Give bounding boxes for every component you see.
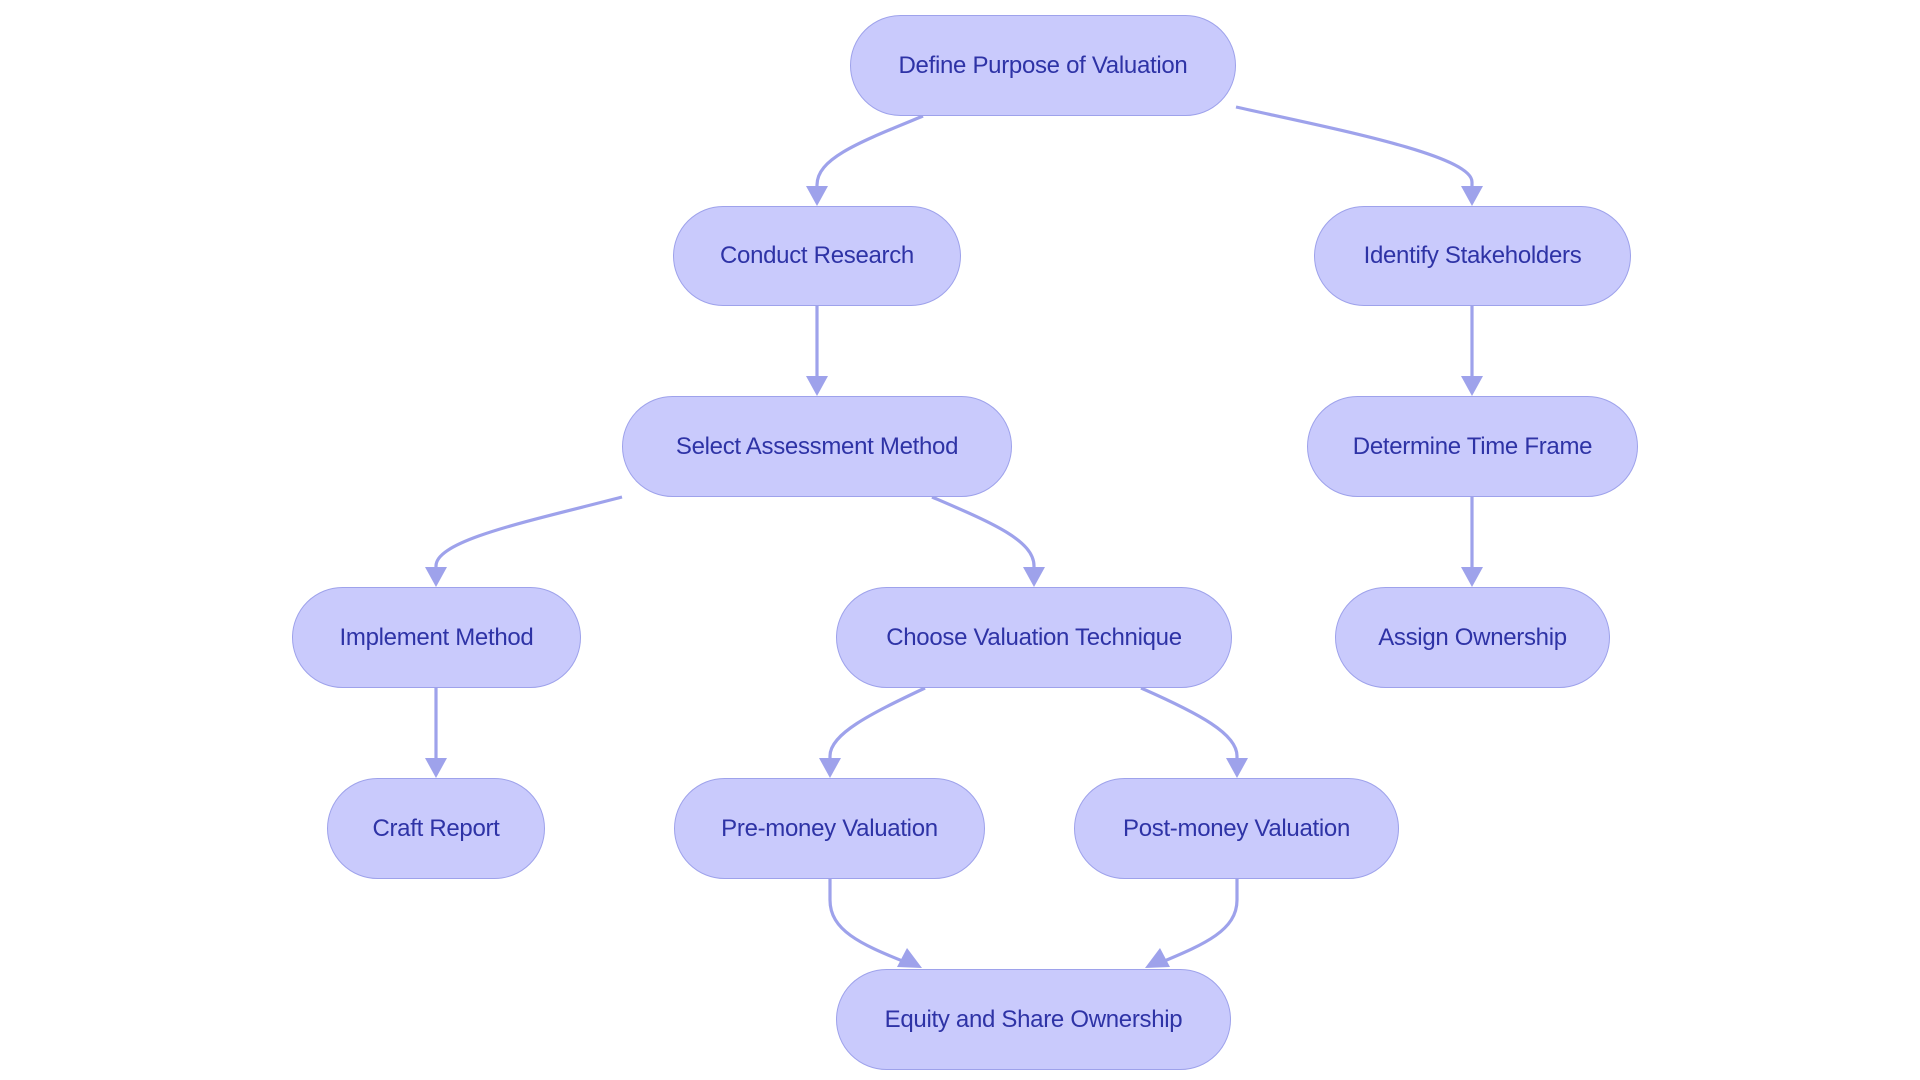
arrowhead-icon — [1461, 186, 1483, 206]
node-identify-stakeholders[interactable]: Identify Stakeholders — [1314, 206, 1631, 306]
arrowhead-icon — [1461, 567, 1483, 587]
node-label: Assign Ownership — [1378, 623, 1567, 651]
node-post-money-valuation[interactable]: Post-money Valuation — [1074, 778, 1399, 879]
edge-select-method-to-choose-technique — [931, 495, 1036, 569]
edge-select-method-to-implement-method — [434, 495, 623, 569]
arrowhead-icon — [806, 376, 828, 396]
node-implement-method[interactable]: Implement Method — [292, 587, 581, 688]
arrowhead-icon — [1145, 948, 1170, 968]
node-label: Identify Stakeholders — [1363, 242, 1582, 269]
edge-post-money-to-equity-ownership — [1161, 879, 1239, 964]
node-choose-valuation-technique[interactable]: Choose Valuation Technique — [836, 587, 1232, 688]
arrowhead-icon — [425, 567, 447, 587]
arrowhead-icon — [425, 758, 447, 778]
edge-define-purpose-to-identify-stakeholders — [1235, 105, 1474, 188]
arrowhead-icon — [1226, 758, 1248, 778]
edges-layer — [425, 105, 1483, 968]
node-assign-ownership[interactable]: Assign Ownership — [1335, 587, 1610, 688]
node-equity-and-share-ownership[interactable]: Equity and Share Ownership — [836, 969, 1231, 1070]
node-label: Craft Report — [372, 814, 500, 842]
flowchart-canvas: Define Purpose of Valuation Conduct Rese… — [0, 0, 1920, 1080]
node-label: Select Assessment Method — [675, 432, 959, 460]
edge-define-purpose-to-conduct-research — [815, 114, 924, 188]
node-conduct-research[interactable]: Conduct Research — [673, 206, 961, 306]
arrowhead-icon — [819, 758, 841, 778]
node-define-purpose[interactable]: Define Purpose of Valuation — [850, 15, 1236, 116]
node-label: Post-money Valuation — [1122, 814, 1351, 842]
arrowhead-icon — [1461, 376, 1483, 396]
edge-choose-technique-to-post-money — [1140, 686, 1239, 760]
node-label: Pre-money Valuation — [721, 814, 938, 842]
node-pre-money-valuation[interactable]: Pre-money Valuation — [674, 778, 985, 879]
node-label: Implement Method — [339, 623, 534, 651]
edge-pre-money-to-equity-ownership — [828, 879, 906, 964]
node-determine-time-frame[interactable]: Determine Time Frame — [1307, 396, 1638, 497]
arrowhead-icon — [806, 186, 828, 206]
node-label: Equity and Share Ownership — [884, 1005, 1183, 1033]
arrowhead-icon — [897, 948, 922, 968]
node-label: Define Purpose of Valuation — [898, 51, 1188, 79]
node-select-assessment-method[interactable]: Select Assessment Method — [622, 396, 1012, 497]
arrowhead-icon — [1023, 567, 1045, 587]
node-label: Choose Valuation Technique — [886, 623, 1182, 651]
node-craft-report[interactable]: Craft Report — [327, 778, 545, 879]
edge-choose-technique-to-pre-money — [828, 686, 926, 760]
node-label: Determine Time Frame — [1352, 432, 1593, 460]
node-label: Conduct Research — [720, 242, 914, 269]
